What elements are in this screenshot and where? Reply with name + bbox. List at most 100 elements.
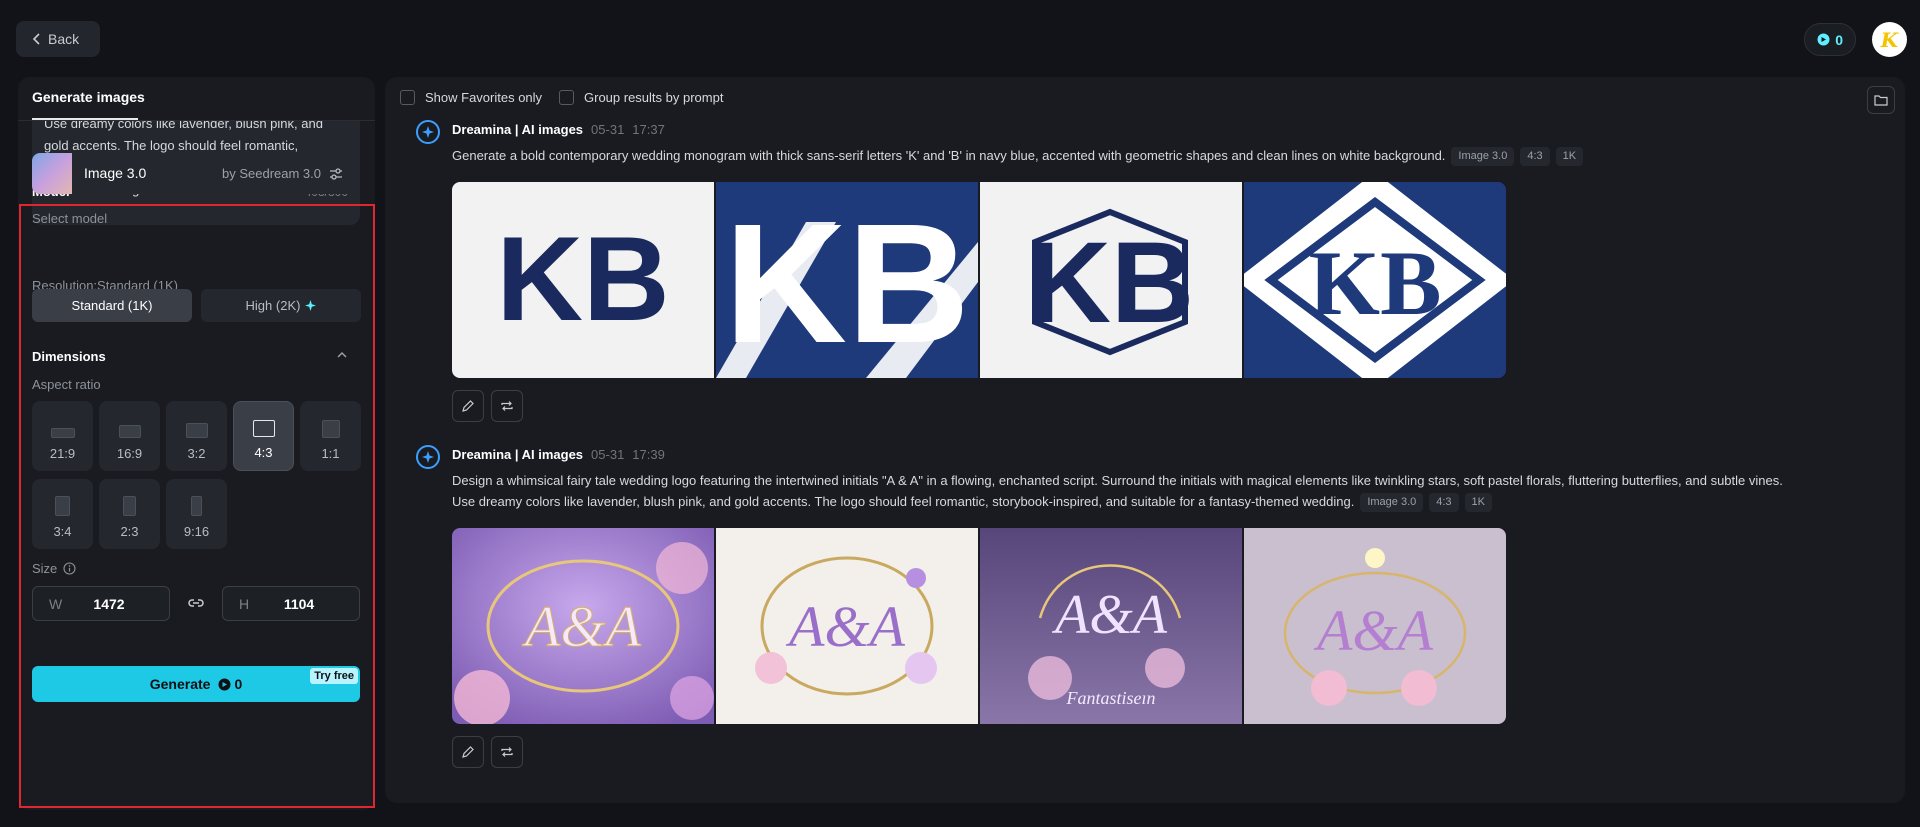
aspect-2-3-shape [123,496,136,516]
group2-date: 05-31 [591,447,625,462]
group2-edit-button[interactable] [452,736,484,768]
tab-generate-images[interactable]: Generate images [32,89,145,105]
result-image-aa-4[interactable]: A&A [1244,528,1506,724]
generate-cost: 0 [218,676,242,692]
aspect-2-3-option[interactable]: 2:3 [99,479,160,549]
pencil-icon [461,745,475,759]
credits-count: 0 [1835,31,1843,48]
regenerate-icon [500,745,514,759]
folder-button[interactable] [1867,86,1895,114]
aspect-1-1-option[interactable]: 1:1 [300,401,361,471]
credit-coin-icon [218,678,231,690]
aspect-9-16-shape [191,496,202,516]
group2-regenerate-button[interactable] [491,736,523,768]
aspect-4-3-label: 4:3 [254,445,273,460]
aa-fairytale-logo-image: A&A [716,528,978,724]
height-value[interactable]: 1104 [263,596,359,612]
aspect-3-2-shape [185,423,208,438]
aa-fairytale-logo-image: A&A [1244,528,1506,724]
resolution-high-button[interactable]: High (2K) [201,289,361,322]
generate-button[interactable]: Generate 0 Try free [32,666,360,702]
group2-prompt-line2: Use dreamy colors like lavender, blush p… [452,494,1355,509]
group-by-prompt-label: Group results by prompt [584,90,724,105]
width-field[interactable]: W 1472 [32,586,170,621]
group1-tag-res: 1K [1555,147,1584,166]
dimensions-collapse-chevron-up-icon[interactable] [336,349,348,361]
aspect-4-3-shape [252,420,275,437]
group1-regenerate-button[interactable] [491,390,523,422]
generate-label: Generate [149,676,211,692]
link-aspect-icon[interactable] [186,593,206,613]
aa-letters-2: A&A [785,594,906,659]
generate-panel: Generate images Use dreamy colors like l… [18,77,375,810]
regenerate-icon [500,399,514,413]
width-label: W [49,595,63,612]
model-settings-sliders-icon[interactable] [328,166,344,182]
result-image-kb-1[interactable]: KB [452,182,714,378]
group1-source: Dreamina | AI images [452,122,584,137]
aspect-16-9-shape [118,425,141,438]
group2-tag-res: 1K [1464,493,1493,512]
avatar[interactable]: K [1872,22,1907,57]
aspect-16-9-label: 16:9 [116,446,143,461]
aspect-16-9-option[interactable]: 16:9 [99,401,160,471]
resolution-standard-button[interactable]: Standard (1K) [32,289,192,322]
dreamina-logo-icon [416,120,440,144]
group1-tag-ratio: 4:3 [1520,147,1550,166]
generate-cost-value: 0 [234,676,243,692]
aspect-3-4-option[interactable]: 3:4 [32,479,93,549]
height-field[interactable]: H 1104 [222,586,360,621]
result-image-kb-3[interactable]: KB [980,182,1242,378]
model-selector[interactable]: Image 3.0 by Seedream 3.0 [32,153,360,194]
resolution-standard-label: Standard (1K) [71,298,153,313]
result-image-kb-4[interactable]: KB [1244,182,1506,378]
folder-icon [1874,94,1888,106]
kb-letters-3: KB [1028,219,1194,347]
aspect-1-1-label: 1:1 [321,446,340,461]
kb-monogram-image: KB [716,182,978,378]
result-image-kb-2[interactable]: KB [716,182,978,378]
show-favorites-checkbox[interactable] [400,90,415,105]
aa-fairytale-logo-image: A&A [452,528,714,724]
result-image-aa-1[interactable]: A&A [452,528,714,724]
kb-monogram-image: KB [980,182,1242,378]
group2-header: Dreamina | AI images 05-31 17:39 [452,447,665,462]
info-icon[interactable] [63,562,76,575]
group2-tag-model: Image 3.0 [1360,493,1424,512]
result-image-aa-3[interactable]: A&A Fantastiseın [980,528,1242,724]
aspect-3-2-label: 3:2 [187,446,206,461]
aa-fairytale-logo-image: A&A Fantastiseın [980,528,1242,724]
group2-time: 17:39 [632,447,665,462]
aspect-3-2-option[interactable]: 3:2 [166,401,227,471]
aa-letters-4: A&A [1313,598,1434,663]
group2-prompt[interactable]: Design a whimsical fairy tale wedding lo… [452,470,1892,512]
group-by-prompt-checkbox[interactable] [559,90,574,105]
kb-monogram-image: KB [1244,182,1506,378]
model-name: Image 3.0 [84,165,147,181]
group1-edit-button[interactable] [452,390,484,422]
group1-prompt[interactable]: Generate a bold contemporary wedding mon… [452,145,1872,166]
credits-badge[interactable]: 0 [1804,23,1856,56]
aspect-4-3-option[interactable]: 4:3 [233,401,294,471]
model-provider: by Seedream 3.0 [222,166,322,181]
group1-header: Dreamina | AI images 05-31 17:37 [452,122,665,137]
aspect-9-16-option[interactable]: 9:16 [166,479,227,549]
dimensions-section-title: Dimensions [32,349,106,364]
height-label: H [239,595,250,612]
select-model-label: Select model [32,211,108,226]
back-button[interactable]: Back [16,21,100,57]
aspect-21-9-option[interactable]: 21:9 [32,401,93,471]
aspect-9-16-label: 9:16 [183,524,210,539]
show-favorites-toggle[interactable]: Show Favorites only [400,90,542,105]
kb-monogram-image: KB [452,182,714,378]
group-by-prompt-toggle[interactable]: Group results by prompt [559,90,723,105]
aspect-2-3-label: 2:3 [120,524,139,539]
width-value[interactable]: 1472 [73,596,169,612]
credit-coin-icon [1817,33,1830,46]
result-image-aa-2[interactable]: A&A [716,528,978,724]
show-favorites-label: Show Favorites only [425,90,543,105]
model-thumbnail [32,153,72,194]
kb-letters-2: KB [724,189,970,378]
aspect-21-9-label: 21:9 [49,446,76,461]
avatar-letter: K [1880,27,1899,52]
